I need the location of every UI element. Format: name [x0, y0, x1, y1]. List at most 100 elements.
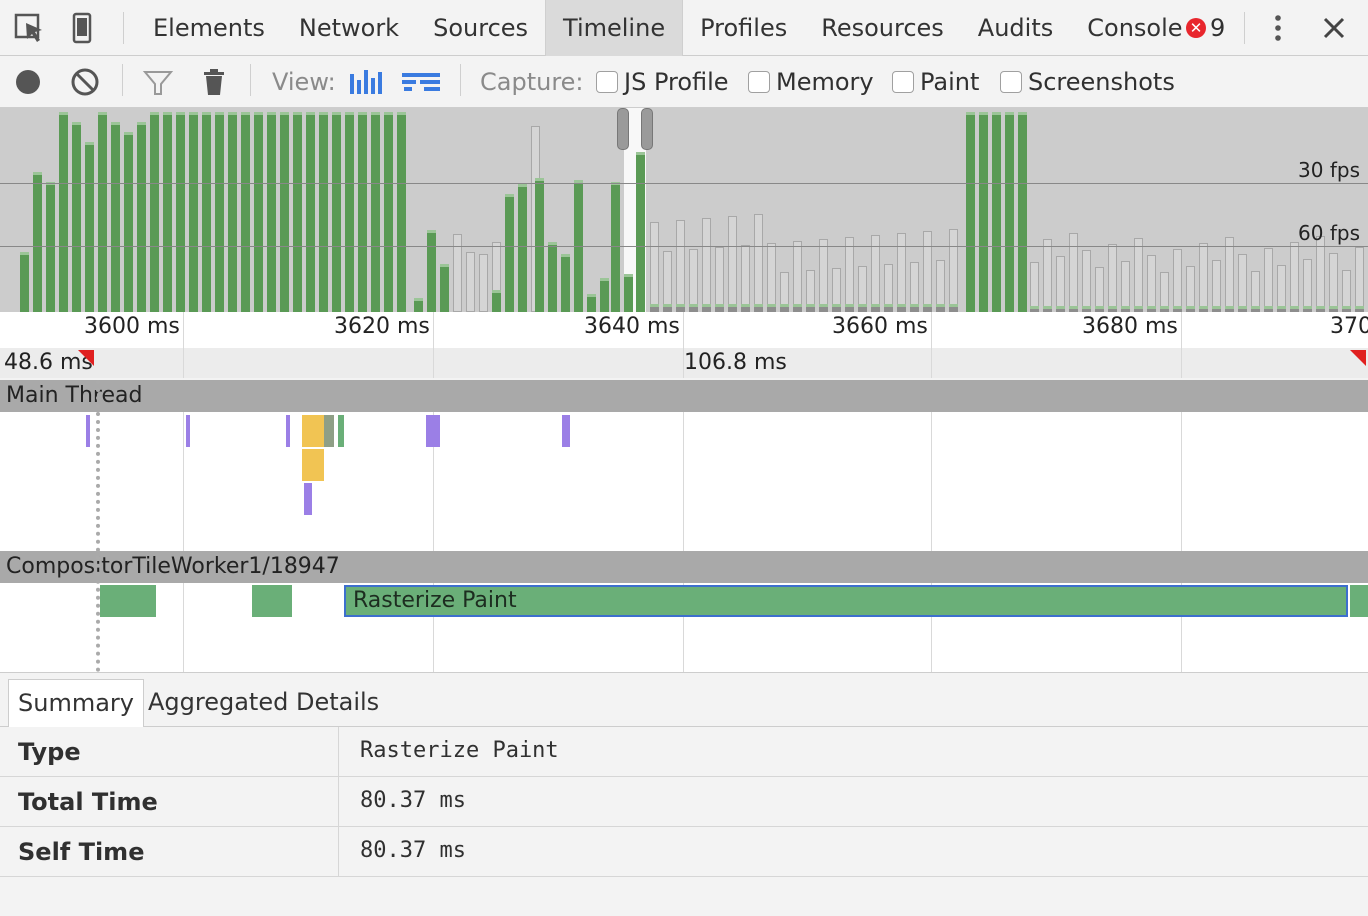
frame-bar: [767, 304, 776, 312]
frame-bar: [293, 112, 302, 312]
painting-event[interactable]: [338, 415, 344, 447]
tab-console[interactable]: Console: [1070, 0, 1199, 56]
tab-summary[interactable]: Summary: [8, 679, 144, 727]
tab-network[interactable]: Network: [282, 0, 416, 56]
frame-bar: [267, 112, 276, 312]
rendering-event[interactable]: [86, 415, 90, 447]
frame-duration-label[interactable]: 106.8 ms: [684, 350, 787, 375]
inspect-element-icon[interactable]: [12, 10, 48, 46]
frame-bar: [384, 112, 393, 312]
frame-bar-outline: [1030, 262, 1039, 312]
frame-bar: [345, 112, 354, 312]
frame-bar: [85, 142, 94, 312]
left-window-handle[interactable]: [617, 108, 629, 150]
rendering-event[interactable]: [426, 415, 440, 447]
tab-resources[interactable]: Resources: [804, 0, 961, 56]
frame-bar: [728, 304, 737, 312]
grid-line: [433, 348, 434, 378]
painting-event[interactable]: [100, 585, 156, 617]
paint-checkbox[interactable]: Paint: [892, 66, 979, 98]
record-icon[interactable]: [12, 64, 44, 100]
checkbox-box[interactable]: [1000, 71, 1022, 93]
rendering-event[interactable]: [186, 415, 190, 447]
frame-bar-outline: [1277, 265, 1286, 312]
trash-icon[interactable]: [198, 64, 230, 100]
frames-overview[interactable]: 30 fps 60 fps: [0, 108, 1368, 312]
tab-audits[interactable]: Audits: [961, 0, 1070, 56]
grid-line: [1181, 348, 1182, 378]
frame-bar: [949, 304, 958, 312]
frame-bar: [715, 304, 724, 312]
compositor-thread-header[interactable]: CompositorTileWorker1/18947: [0, 551, 1368, 583]
rendering-event[interactable]: [562, 415, 570, 447]
right-window-handle[interactable]: [641, 108, 653, 150]
checkbox-box[interactable]: [892, 71, 914, 93]
tick-label: 3660 ms: [832, 314, 928, 339]
error-counter[interactable]: ✕ 9: [1186, 13, 1225, 43]
screenshots-checkbox[interactable]: Screenshots: [1000, 66, 1175, 98]
painting-event[interactable]: [252, 585, 292, 617]
frame-bar: [72, 122, 81, 312]
frame-boundary-marker: [96, 380, 100, 672]
timeline-toolbar: View: Capture: JS Profile Memory Paint S…: [0, 56, 1368, 108]
flame-view-icon[interactable]: [400, 64, 442, 100]
js-profile-checkbox[interactable]: JS Profile: [596, 66, 729, 98]
detail-value: 80.37 ms: [360, 788, 466, 813]
tab-elements[interactable]: Elements: [136, 0, 282, 56]
frame-bar: [832, 304, 841, 312]
rendering-event[interactable]: [304, 483, 312, 515]
frame-bar-outline: [1082, 250, 1091, 312]
filter-icon[interactable]: [142, 64, 174, 100]
separator: [123, 12, 124, 44]
frame-bar: [280, 112, 289, 312]
checkbox-label: Screenshots: [1028, 68, 1175, 96]
frame-bar: [624, 274, 633, 312]
grid-line: [683, 380, 684, 672]
tab-sources[interactable]: Sources: [416, 0, 545, 56]
device-mode-icon[interactable]: [64, 10, 100, 46]
grid-line: [931, 348, 932, 378]
rendering-event[interactable]: [286, 415, 290, 447]
scripting-event[interactable]: [302, 449, 324, 481]
tab-timeline[interactable]: Timeline: [545, 0, 684, 56]
frame-bar-outline: [1316, 236, 1325, 312]
frame-bar: [587, 294, 596, 312]
painting-event[interactable]: [1350, 585, 1368, 617]
scripting-event[interactable]: [302, 415, 324, 447]
more-options-icon[interactable]: [1268, 12, 1288, 44]
flame-chart[interactable]: Main Thread CompositorTileWorker1/18947 …: [0, 380, 1368, 672]
checkbox-box[interactable]: [596, 71, 618, 93]
frame-bar: [414, 298, 423, 312]
frame-bar-outline: [689, 249, 698, 312]
frame-bar: [548, 242, 557, 312]
frame-bar: [150, 112, 159, 312]
rasterize-paint-event[interactable]: Rasterize Paint: [344, 585, 1348, 617]
error-icon: ✕: [1186, 18, 1206, 38]
memory-checkbox[interactable]: Memory: [748, 66, 874, 98]
grid-line: [183, 348, 184, 378]
frame-bar-outline: [819, 239, 828, 312]
frame-bar-outline: [676, 220, 685, 312]
main-thread-header[interactable]: Main Thread: [0, 380, 1368, 412]
frame-bar-outline: [1212, 260, 1221, 312]
gc-event[interactable]: [324, 415, 334, 447]
frame-bar-outline: [897, 233, 906, 312]
frame-bar-outline: [1329, 253, 1338, 312]
frame-bar-outline: [1056, 256, 1065, 312]
frame-bar-outline: [767, 243, 776, 312]
frame-bar: [561, 254, 570, 312]
frame-bar: [33, 172, 42, 312]
frame-bar: [793, 304, 802, 312]
frame-bar-outline: [1355, 247, 1364, 312]
frame-bar-outline: [1121, 261, 1130, 312]
frame-bar: [884, 304, 893, 312]
checkbox-box[interactable]: [748, 71, 770, 93]
tab-aggregated-details[interactable]: Aggregated Details: [139, 679, 388, 727]
clear-icon[interactable]: [68, 64, 102, 100]
frame-bar: [663, 304, 672, 312]
frame-bar: [189, 112, 198, 312]
tab-profiles[interactable]: Profiles: [683, 0, 804, 56]
frames-view-icon[interactable]: [348, 64, 386, 100]
frame-bar: [754, 304, 763, 312]
close-icon[interactable]: [1318, 12, 1350, 44]
